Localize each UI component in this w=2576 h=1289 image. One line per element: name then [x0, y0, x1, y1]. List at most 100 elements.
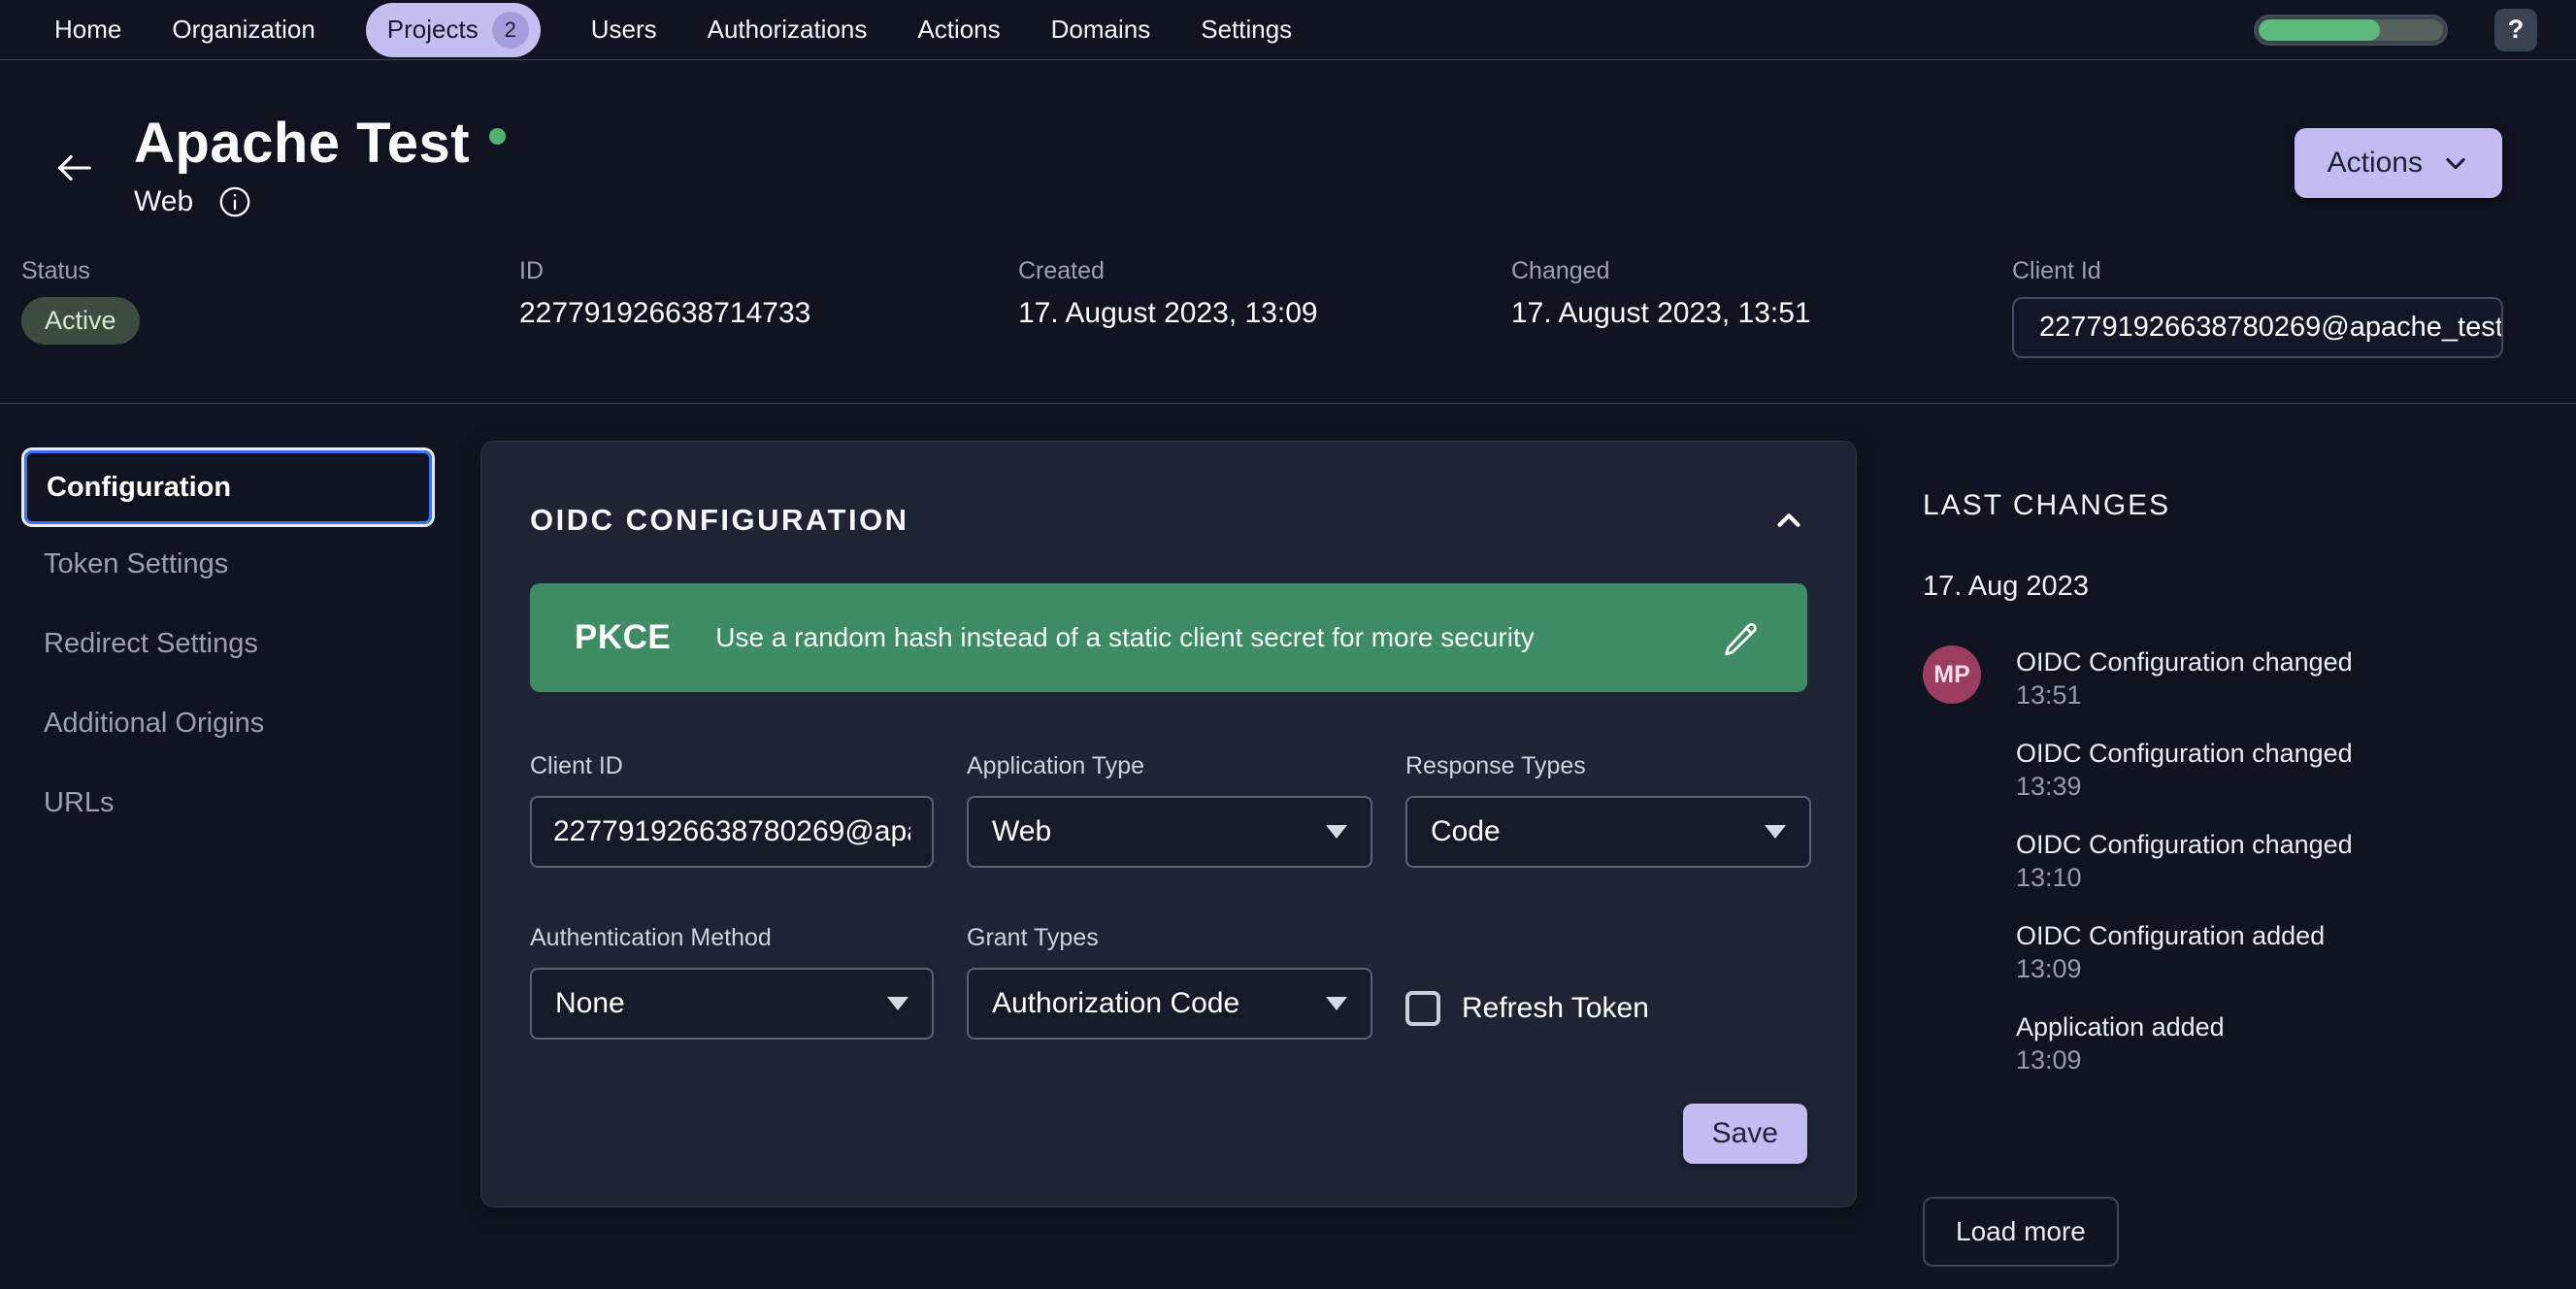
help-button[interactable]: ?: [2494, 9, 2537, 51]
status-label: Status: [21, 257, 519, 285]
refresh-token-field-group: Refresh Token: [1405, 924, 1811, 1040]
client-id-input[interactable]: [530, 796, 934, 868]
application-type-value: Web: [992, 815, 1051, 848]
event-title: OIDC Configuration added: [2016, 919, 2498, 952]
sidebar-item-token-settings[interactable]: Token Settings: [21, 524, 442, 604]
select-caret-icon: [887, 997, 908, 1010]
client-id-value-box[interactable]: 227791926638780269@apache_test: [2012, 297, 2503, 358]
meta-id: ID 227791926638714733: [519, 257, 1018, 330]
nav-item-home[interactable]: Home: [54, 15, 121, 45]
nav-item-users[interactable]: Users: [591, 15, 657, 45]
change-event-row: MP OIDC Configuration changed 13:51: [1923, 645, 2498, 711]
avatar: MP: [1923, 645, 1981, 704]
application-type-field-group: Application Type Web: [967, 752, 1372, 868]
changes-date: 17. Aug 2023: [1923, 571, 2498, 603]
nav-item-organization[interactable]: Organization: [172, 15, 314, 45]
changed-label: Changed: [1511, 257, 2012, 285]
chevron-down-icon: [2442, 149, 2469, 177]
response-types-value: Code: [1431, 815, 1501, 848]
actions-dropdown-button[interactable]: Actions: [2295, 128, 2502, 198]
nav-item-projects-label: Projects: [387, 15, 479, 45]
application-meta-row: Status Active ID 227791926638714733 Crea…: [0, 218, 2576, 358]
application-type-select[interactable]: Web: [967, 796, 1372, 868]
created-label: Created: [1018, 257, 1511, 285]
response-types-select[interactable]: Code: [1405, 796, 1811, 868]
load-more-button[interactable]: Load more: [1923, 1197, 2119, 1267]
status-badge: Active: [21, 297, 140, 345]
projects-count-badge: 2: [492, 12, 529, 49]
active-state-dot: [489, 128, 506, 145]
change-event-row: OIDC Configuration changed 13:10: [1923, 828, 2498, 894]
application-type-label: Application Type: [967, 752, 1372, 780]
page-title: Apache Test: [134, 111, 470, 176]
quota-progress-bar: [2254, 15, 2448, 46]
event-time: 13:39: [2016, 770, 2498, 803]
grant-types-field-group: Grant Types Authorization Code: [967, 924, 1372, 1040]
nav-item-domains[interactable]: Domains: [1051, 15, 1151, 45]
refresh-token-label: Refresh Token: [1462, 992, 1649, 1025]
created-value: 17. August 2023, 13:09: [1018, 297, 1511, 330]
change-event-row: OIDC Configuration changed 13:39: [1923, 737, 2498, 803]
top-navigation: Home Organization Projects 2 Users Autho…: [0, 0, 2576, 60]
event-time: 13:09: [2016, 952, 2498, 985]
id-value: 227791926638714733: [519, 297, 1018, 330]
last-changes-title: LAST CHANGES: [1923, 489, 2498, 522]
event-title: Application added: [2016, 1010, 2498, 1043]
settings-sidebar: Configuration Token Settings Redirect Se…: [21, 441, 442, 843]
card-title: OIDC CONFIGURATION: [530, 503, 909, 538]
client-id-field-group: Client ID: [530, 752, 934, 868]
select-caret-icon: [1326, 997, 1347, 1010]
event-time: 13:10: [2016, 861, 2498, 894]
event-title: OIDC Configuration changed: [2016, 737, 2498, 770]
collapse-chevron-up-icon[interactable]: [1770, 502, 1807, 539]
changed-value: 17. August 2023, 13:51: [1511, 297, 2012, 330]
sidebar-item-configuration[interactable]: Configuration: [24, 450, 432, 524]
event-time: 13:51: [2016, 678, 2498, 711]
back-arrow-icon[interactable]: [52, 146, 97, 190]
event-title: OIDC Configuration changed: [2016, 828, 2498, 861]
event-title: OIDC Configuration changed: [2016, 645, 2498, 678]
main-content: Configuration Token Settings Redirect Se…: [0, 404, 2576, 1289]
nav-item-authorizations[interactable]: Authorizations: [708, 15, 868, 45]
sidebar-item-additional-origins[interactable]: Additional Origins: [21, 683, 442, 763]
pkce-banner-description: Use a random hash instead of a static cl…: [715, 622, 1535, 653]
nav-item-settings[interactable]: Settings: [1201, 15, 1292, 45]
grant-types-label: Grant Types: [967, 924, 1372, 952]
grant-types-select[interactable]: Authorization Code: [967, 968, 1372, 1040]
change-event-row: OIDC Configuration added 13:09: [1923, 919, 2498, 985]
app-type-subtitle: Web: [134, 185, 193, 218]
edit-pencil-icon[interactable]: [1720, 616, 1763, 659]
select-caret-icon: [1765, 825, 1786, 839]
change-event-row: Application added 13:09: [1923, 1010, 2498, 1076]
response-types-field-group: Response Types Code: [1405, 752, 1811, 868]
id-label: ID: [519, 257, 1018, 285]
client-id-field-label: Client ID: [530, 752, 934, 780]
authentication-method-label: Authentication Method: [530, 924, 934, 952]
info-icon[interactable]: [218, 185, 251, 218]
authentication-method-field-group: Authentication Method None: [530, 924, 934, 1040]
meta-client-id: Client Id 227791926638780269@apache_test: [2012, 257, 2503, 358]
response-types-label: Response Types: [1405, 752, 1811, 780]
meta-status: Status Active: [21, 257, 519, 345]
meta-created: Created 17. August 2023, 13:09: [1018, 257, 1511, 330]
quota-progress-fill: [2259, 19, 2380, 41]
nav-item-projects[interactable]: Projects 2: [366, 3, 541, 57]
sidebar-item-urls[interactable]: URLs: [21, 763, 442, 843]
pkce-banner: PKCE Use a random hash instead of a stat…: [530, 583, 1807, 692]
sidebar-item-redirect-settings[interactable]: Redirect Settings: [21, 604, 442, 683]
client-id-label: Client Id: [2012, 257, 2503, 285]
meta-changed: Changed 17. August 2023, 13:51: [1511, 257, 2012, 330]
nav-item-actions[interactable]: Actions: [917, 15, 1000, 45]
select-caret-icon: [1326, 825, 1347, 839]
save-button[interactable]: Save: [1683, 1104, 1807, 1164]
app-header: Apache Test Web Actions: [0, 60, 2576, 218]
grant-types-value: Authorization Code: [992, 987, 1239, 1020]
authentication-method-select[interactable]: None: [530, 968, 934, 1040]
refresh-token-checkbox[interactable]: [1405, 991, 1440, 1026]
actions-dropdown-label: Actions: [2328, 147, 2423, 180]
last-changes-panel: LAST CHANGES 17. Aug 2023 MP OIDC Config…: [1923, 441, 2576, 1289]
pkce-banner-title: PKCE: [575, 618, 671, 657]
application-detail-page: Home Organization Projects 2 Users Autho…: [0, 0, 2576, 1289]
quota-progress-track: [2259, 19, 2443, 41]
authentication-method-value: None: [555, 987, 625, 1020]
